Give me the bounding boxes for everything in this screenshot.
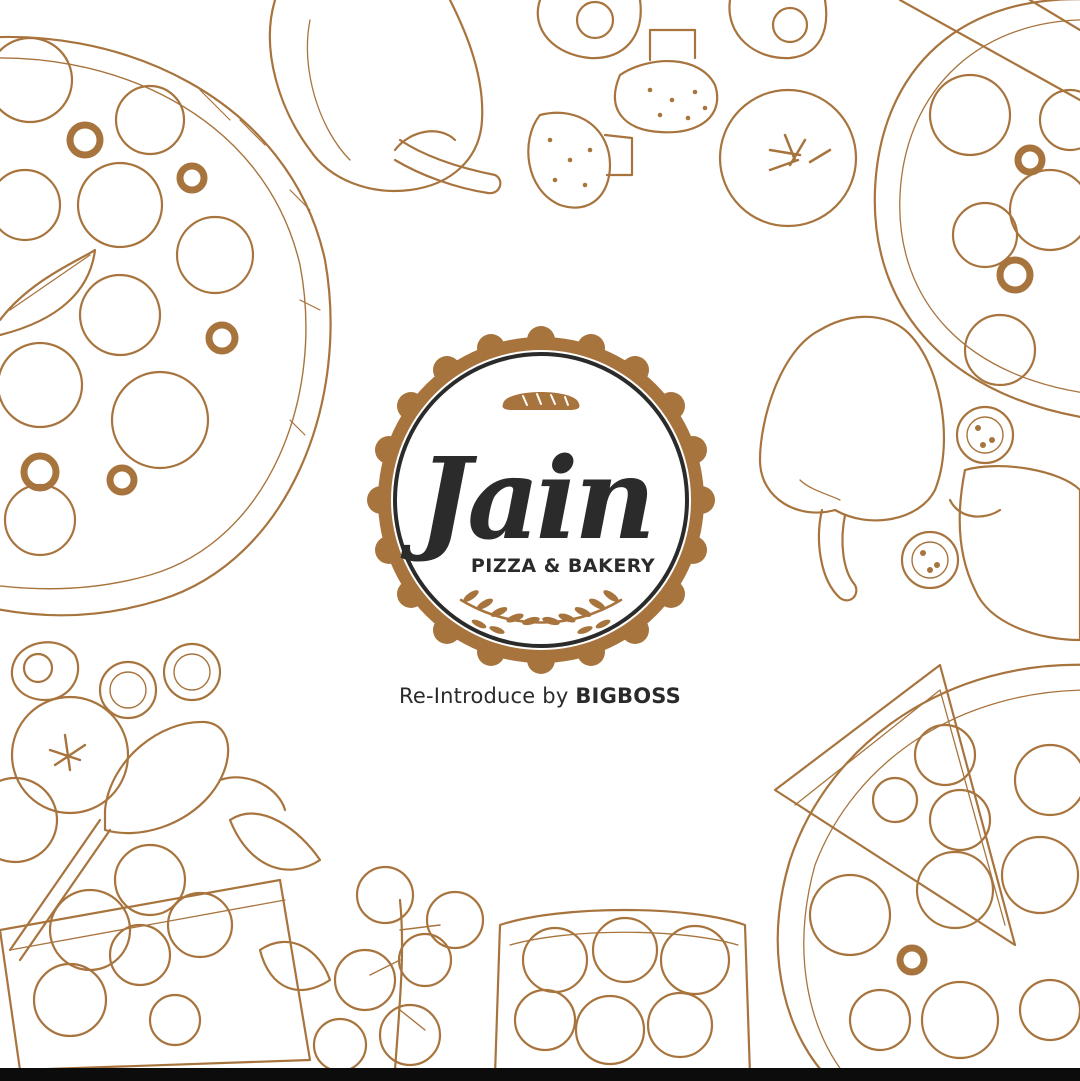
poster-canvas: Jain PIZZA & BAKERY Re-Introduce by BIGB… (0, 0, 1080, 1081)
tagline: Re-Introduce by BIGBOSS (0, 684, 1080, 708)
tagline-prefix: Re-Introduce by (399, 684, 576, 708)
tagline-brand: BIGBOSS (575, 684, 681, 708)
bottom-bar (0, 1068, 1080, 1081)
logo-subtitle: PIZZA & BAKERY (471, 555, 655, 577)
logo-badge: Jain PIZZA & BAKERY (367, 326, 715, 674)
logo-script-name: Jain (400, 434, 652, 565)
